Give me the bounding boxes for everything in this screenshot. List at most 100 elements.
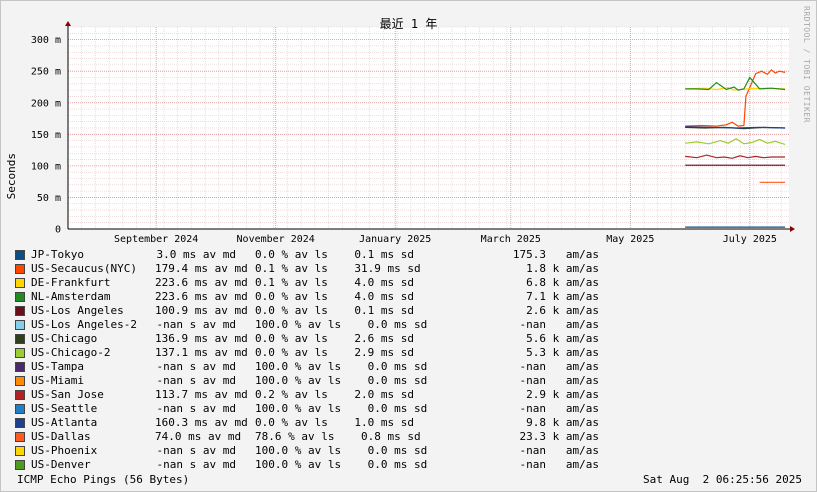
x-tick-label: May 2025: [606, 234, 654, 245]
legend-loss-sd: 0.0 % av ls 0.1 ms sd: [255, 304, 414, 317]
legend-average: -nan s av md: [156, 402, 236, 415]
legend-amas: 23.3 k am/as: [519, 430, 599, 443]
legend-amas: 6.8 k am/as: [526, 276, 599, 289]
legend-amas: -nan am/as: [519, 458, 599, 471]
legend-amas: -nan am/as: [519, 374, 599, 387]
legend-amas: -nan am/as: [519, 444, 599, 457]
legend-swatch: [15, 460, 25, 470]
legend-swatch: [15, 432, 25, 442]
legend-amas: 1.8 k am/as: [526, 262, 599, 275]
legend-loss-sd: 0.0 % av ls 1.0 ms sd: [255, 416, 414, 429]
legend-series-name: US-Los Angeles: [31, 304, 124, 317]
legend-average: 3.0 ms av md: [156, 248, 236, 261]
y-axis-label: Seconds: [5, 153, 18, 200]
legend-amas: 7.1 k am/as: [526, 290, 599, 303]
legend-amas: 5.3 k am/as: [526, 346, 599, 359]
legend-average: 113.7 ms av md: [155, 388, 248, 401]
legend-swatch: [15, 320, 25, 330]
legend-series-name: US-Phoenix: [31, 444, 98, 457]
legend-series-name: US-Tampa: [31, 360, 84, 373]
legend-series-name: US-Chicago-2: [31, 346, 111, 359]
legend-average: 100.9 ms av md: [155, 304, 248, 317]
legend-average: 160.3 ms av md: [155, 416, 248, 429]
x-tick-label: September 2024: [114, 234, 198, 245]
legend-swatch: [15, 418, 25, 428]
legend-swatch: [15, 292, 25, 302]
y-tick-label: 250 m: [31, 67, 61, 78]
legend-swatch: [15, 334, 25, 344]
y-tick-label: 150 m: [31, 130, 61, 141]
y-tick-label: 100 m: [31, 161, 61, 172]
legend-swatch: [15, 362, 25, 372]
legend-amas: 175.3 am/as: [512, 248, 599, 261]
legend-series-name: US-San Jose: [31, 388, 104, 401]
legend-amas: -nan am/as: [519, 360, 599, 373]
last-update-timestamp: Sat Aug 2 06:25:56 2025: [643, 473, 802, 486]
rrdtool-watermark: RRDTOOL / TOBI OETIKER: [802, 6, 811, 123]
legend-amas: 2.6 k am/as: [526, 304, 599, 317]
legend-amas: -nan am/as: [519, 318, 599, 331]
legend-swatch: [15, 250, 25, 260]
x-axis-arrow: [790, 226, 795, 232]
legend-series-name: US-Los Angeles-2: [31, 318, 137, 331]
y-tick-label: 300 m: [31, 35, 61, 46]
legend-series-name: US-Miami: [31, 374, 84, 387]
x-tick-label: November 2024: [237, 234, 315, 245]
legend-series-name: US-Chicago: [31, 332, 98, 345]
legend-average: 223.6 ms av md: [155, 276, 248, 289]
legend-series-name: US-Secaucus(NYC): [31, 262, 137, 275]
legend-series-name: US-Denver: [31, 458, 91, 471]
legend-series-name: US-Atlanta: [31, 416, 98, 429]
legend-loss-sd: 0.1 % av ls 31.9 ms sd: [255, 262, 421, 275]
y-tick-label: 0: [55, 225, 61, 236]
legend-loss-sd: 78.6 % av ls 0.8 ms sd: [255, 430, 421, 443]
legend-average: 223.6 ms av md: [155, 290, 248, 303]
legend-series-name: JP-Tokyo: [31, 248, 84, 261]
legend-swatch: [15, 264, 25, 274]
legend-loss-sd: 0.0 % av ls 2.6 ms sd: [255, 332, 414, 345]
probe-description: ICMP Echo Pings (56 Bytes): [17, 473, 190, 486]
legend-amas: 2.9 k am/as: [526, 388, 599, 401]
legend-series-name: NL-Amsterdam: [31, 290, 111, 303]
legend-swatch: [15, 404, 25, 414]
legend-average: 137.1 ms av md: [155, 346, 248, 359]
x-tick-label: July 2025: [723, 234, 777, 245]
y-tick-label: 50 m: [37, 193, 61, 204]
legend-loss-sd: 100.0 % av ls 0.0 ms sd: [255, 318, 428, 331]
legend-loss-sd: 0.0 % av ls 2.9 ms sd: [255, 346, 414, 359]
legend-amas: 5.6 k am/as: [526, 332, 599, 345]
legend-swatch: [15, 390, 25, 400]
legend-loss-sd: 0.2 % av ls 2.0 ms sd: [255, 388, 414, 401]
legend-loss-sd: 100.0 % av ls 0.0 ms sd: [255, 402, 428, 415]
legend-average: 179.4 ms av md: [155, 262, 248, 275]
legend-series-name: DE-Frankfurt: [31, 276, 111, 289]
legend-loss-sd: 0.0 % av ls 4.0 ms sd: [255, 290, 414, 303]
legend-average: 136.9 ms av md: [155, 332, 248, 345]
legend-loss-sd: 100.0 % av ls 0.0 ms sd: [255, 374, 428, 387]
legend-average: -nan s av md: [156, 360, 236, 373]
legend-swatch: [15, 446, 25, 456]
legend-loss-sd: 0.1 % av ls 4.0 ms sd: [255, 276, 414, 289]
legend-average: -nan s av md: [156, 318, 236, 331]
legend-average: -nan s av md: [156, 374, 236, 387]
legend-swatch: [15, 348, 25, 358]
x-tick-label: March 2025: [481, 234, 541, 245]
x-tick-label: January 2025: [359, 234, 431, 245]
legend-average: -nan s av md: [156, 458, 236, 471]
legend-swatch: [15, 306, 25, 316]
legend-swatch: [15, 376, 25, 386]
legend-amas: 9.8 k am/as: [526, 416, 599, 429]
legend-loss-sd: 100.0 % av ls 0.0 ms sd: [255, 458, 428, 471]
legend-loss-sd: 100.0 % av ls 0.0 ms sd: [255, 444, 428, 457]
legend-average: -nan s av md: [156, 444, 236, 457]
legend-average: 74.0 ms av md: [155, 430, 242, 443]
graph-frame: 0 50 m 100 m 150 m 200 m 250 m 300 m September …: [0, 0, 817, 492]
legend-series-name: US-Dallas: [31, 430, 91, 443]
legend-amas: -nan am/as: [519, 402, 599, 415]
legend-loss-sd: 0.0 % av ls 0.1 ms sd: [255, 248, 414, 261]
chart-title: 最近 1 年: [379, 17, 438, 31]
legend-swatch: [15, 278, 25, 288]
y-tick-label: 200 m: [31, 98, 61, 109]
legend-series-name: US-Seattle: [31, 402, 98, 415]
legend-loss-sd: 100.0 % av ls 0.0 ms sd: [255, 360, 428, 373]
